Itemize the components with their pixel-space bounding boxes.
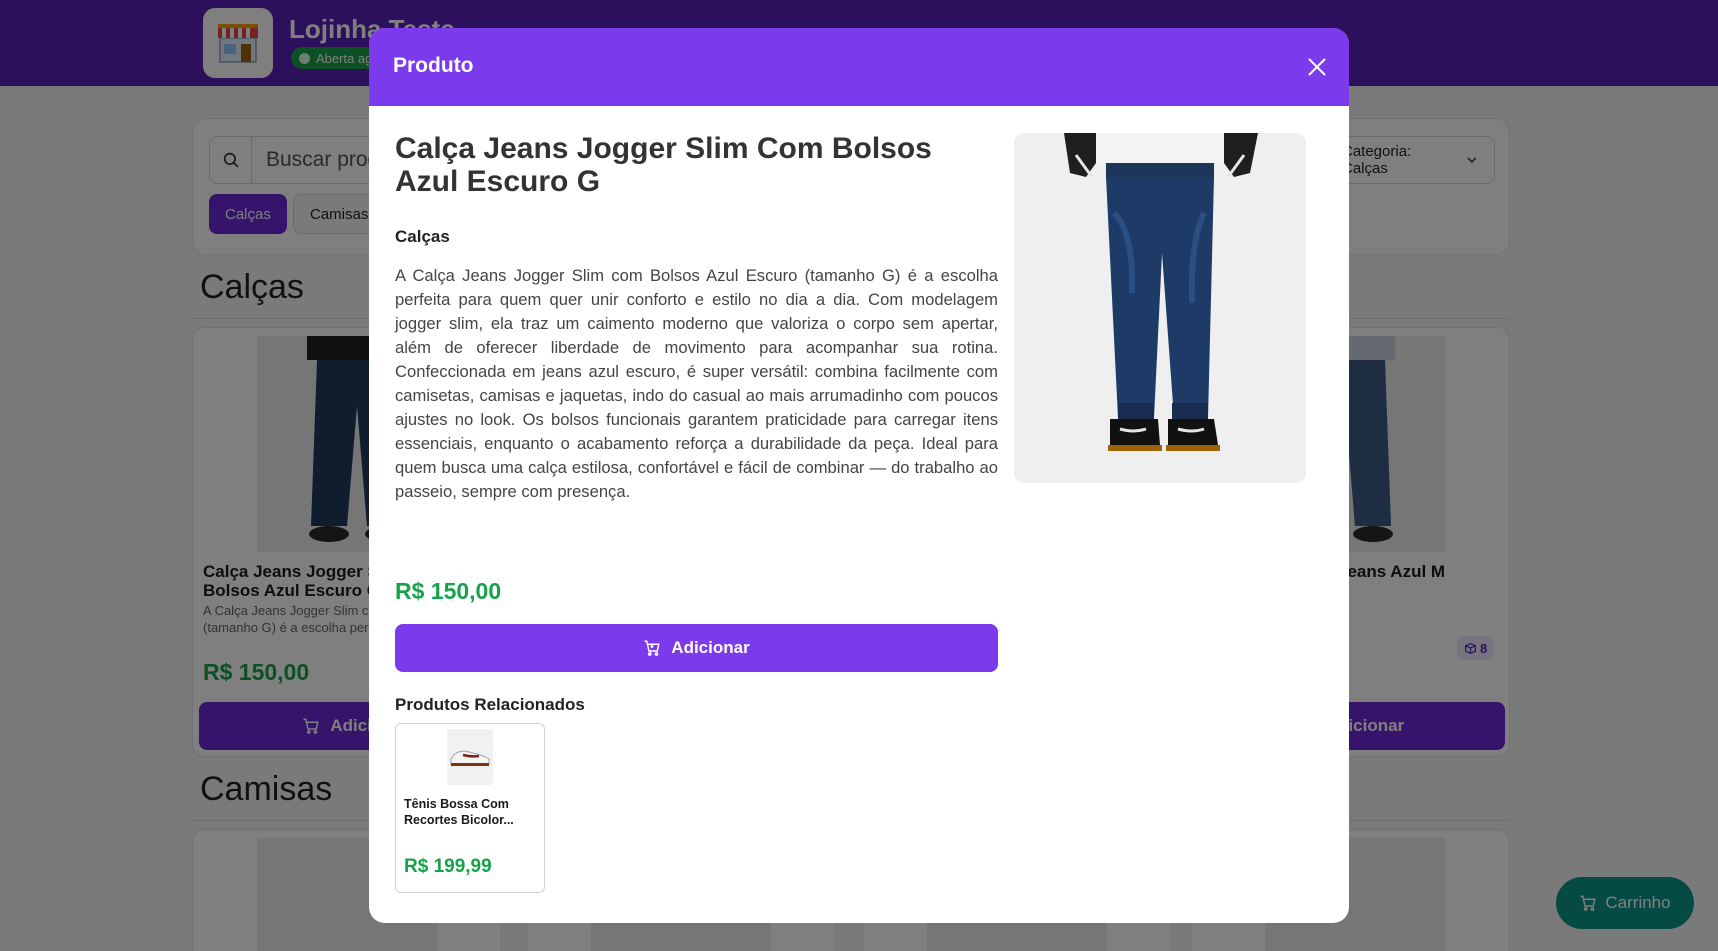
close-icon[interactable] xyxy=(1305,55,1329,79)
product-name: Calça Jeans Jogger Slim Com Bolsos Azul … xyxy=(395,132,932,198)
product-image xyxy=(1014,133,1306,483)
related-product-card[interactable]: Tênis Bossa Com Recortes Bicolor... R$ 1… xyxy=(395,723,545,893)
add-to-cart-button[interactable]: Adicionar xyxy=(395,624,998,672)
related-product-image xyxy=(447,729,493,785)
modal-title: Produto xyxy=(393,54,474,77)
cart-icon xyxy=(644,640,660,656)
modal-header: Produto xyxy=(369,28,1349,106)
related-product-price: R$ 199,99 xyxy=(404,856,492,877)
sneaker-image xyxy=(450,750,490,766)
product-price: R$ 150,00 xyxy=(395,578,502,604)
related-product-name: Tênis Bossa Com Recortes Bicolor... xyxy=(404,797,514,827)
related-products-title: Produtos Relacionados xyxy=(395,695,585,714)
add-to-cart-label: Adicionar xyxy=(671,638,750,657)
product-modal: Produto Calça Jeans Jogger Slim Com Bols… xyxy=(369,28,1349,923)
jeans-photo xyxy=(1014,133,1306,483)
product-category: Calças xyxy=(395,227,450,246)
product-description: A Calça Jeans Jogger Slim com Bolsos Azu… xyxy=(395,266,998,501)
